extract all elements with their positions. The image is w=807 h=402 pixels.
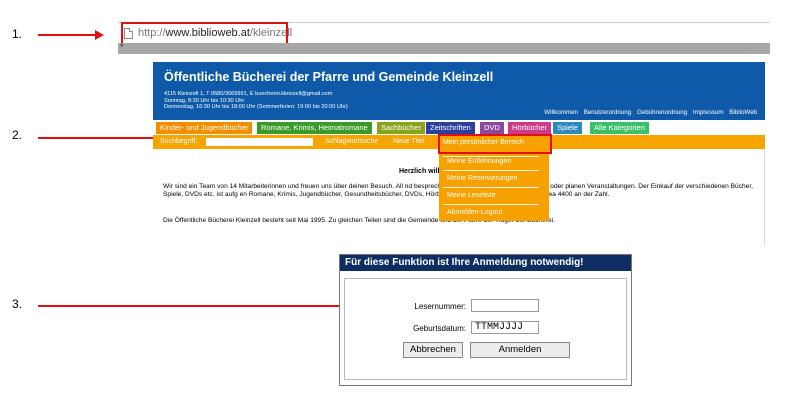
login-button[interactable]: Anmelden: [470, 342, 570, 358]
category-kinder-jugend[interactable]: Kinder- und Jugendbücher: [156, 122, 253, 134]
category-romane[interactable]: Romane, Krimis, Heimatromane: [257, 122, 372, 134]
browser-toolbar-strip: *: [118, 42, 770, 54]
menu-item-loans[interactable]: Meine Entlehnungen: [447, 158, 511, 165]
site-top-links: Willkommen Benutzerordnung Gebührenordnu…: [540, 109, 757, 116]
link-benutzerordnung[interactable]: Benutzerordnung: [584, 109, 631, 116]
birth-date-input[interactable]: TTMMJJJJ: [471, 321, 539, 334]
category-hoerbuecher[interactable]: Hörbücher: [508, 122, 552, 134]
menu-separator: [443, 156, 539, 157]
cancel-button[interactable]: Abbrechen: [403, 342, 463, 358]
login-dialog: Für diese Funktion ist Ihre Anmeldung no…: [339, 254, 632, 386]
site-header: Öffentliche Bücherei der Pfarre und Geme…: [153, 62, 765, 120]
site-title: Öffentliche Bücherei der Pfarre und Geme…: [164, 70, 494, 84]
menu-item-reading-list[interactable]: Meine Leseliste: [447, 192, 496, 199]
menu-highlight-box: [438, 134, 552, 154]
link-impressum[interactable]: Impressum: [693, 109, 724, 116]
category-zeitschriften[interactable]: Zeitschriften: [426, 122, 475, 134]
link-biblioweb[interactable]: BiblioWeb: [729, 109, 757, 116]
category-dvd[interactable]: DVD: [480, 122, 504, 134]
menu-item-reservations[interactable]: Meine Reservierungen: [447, 175, 517, 182]
menu-separator: [443, 170, 539, 171]
category-alle[interactable]: Alle Kategorien: [590, 122, 649, 134]
step-number-2: 2.: [12, 128, 23, 142]
birth-date-label: Geburtsdatum:: [413, 324, 466, 333]
site-address: 4115 Kleinzell 1, T 0680/3069991, E buec…: [164, 91, 348, 111]
reader-number-input[interactable]: [471, 299, 539, 312]
red-arrow-1: [38, 30, 104, 40]
menu-separator: [443, 204, 539, 205]
red-arrow-3: [38, 301, 383, 311]
login-dialog-title: Für diese Funktion ist Ihre Anmeldung no…: [340, 255, 631, 271]
step-number-1: 1.: [12, 27, 23, 41]
search-label: Suchbegriff:: [160, 138, 198, 145]
search-input[interactable]: [206, 138, 313, 146]
menu-separator: [443, 187, 539, 188]
category-spiele[interactable]: Spiele: [553, 122, 582, 134]
keyword-search-link[interactable]: Schlagwortsuche: [325, 138, 378, 145]
menu-item-logout[interactable]: Abmelden-Logout: [447, 209, 502, 216]
login-form: Lesernummer: Geburtsdatum: TTMMJJJJ Abbr…: [344, 278, 627, 380]
new-titles-link[interactable]: Neue Titel: [393, 138, 425, 145]
link-gebuehrenordnung[interactable]: Gebührenordnung: [637, 109, 687, 116]
link-willkommen[interactable]: Willkommen: [544, 109, 578, 116]
step-number-3: 3.: [12, 297, 23, 311]
category-sachbuecher[interactable]: Sachbücher: [377, 122, 426, 134]
reader-number-label: Lesernummer:: [414, 302, 466, 311]
